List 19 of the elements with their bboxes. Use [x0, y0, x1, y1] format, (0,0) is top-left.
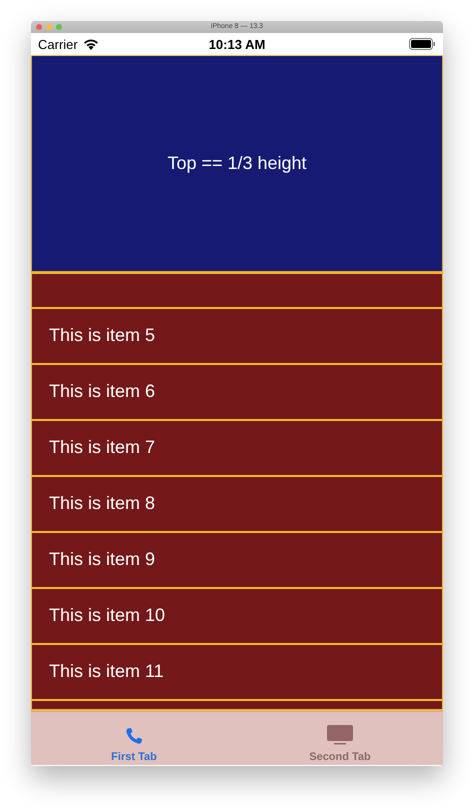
list-row[interactable]: This is item 10	[31, 588, 443, 645]
battery-icon	[409, 38, 436, 50]
monitor-icon	[327, 725, 353, 745]
wifi-icon	[82, 38, 99, 50]
maximize-icon[interactable]	[56, 24, 62, 30]
close-icon[interactable]	[36, 24, 42, 30]
list-row[interactable]: This is item 11	[31, 644, 443, 701]
list-row[interactable]: This is item 7	[31, 420, 443, 477]
list-row[interactable]: This is item 9	[31, 532, 443, 589]
carrier-label: Carrier	[38, 36, 78, 52]
panel-label: Top == 1/3 height	[167, 153, 307, 174]
list-row[interactable]: This is item 6	[31, 364, 443, 421]
minimize-icon[interactable]	[46, 24, 52, 30]
list-row[interactable]: This is item 5	[31, 308, 443, 365]
list-row[interactable]	[31, 272, 443, 309]
clock-time: 10:13 AM	[208, 36, 266, 52]
list-row[interactable]: This is item 8	[31, 476, 443, 533]
list-row[interactable]	[31, 700, 443, 711]
phone-icon	[125, 727, 143, 745]
